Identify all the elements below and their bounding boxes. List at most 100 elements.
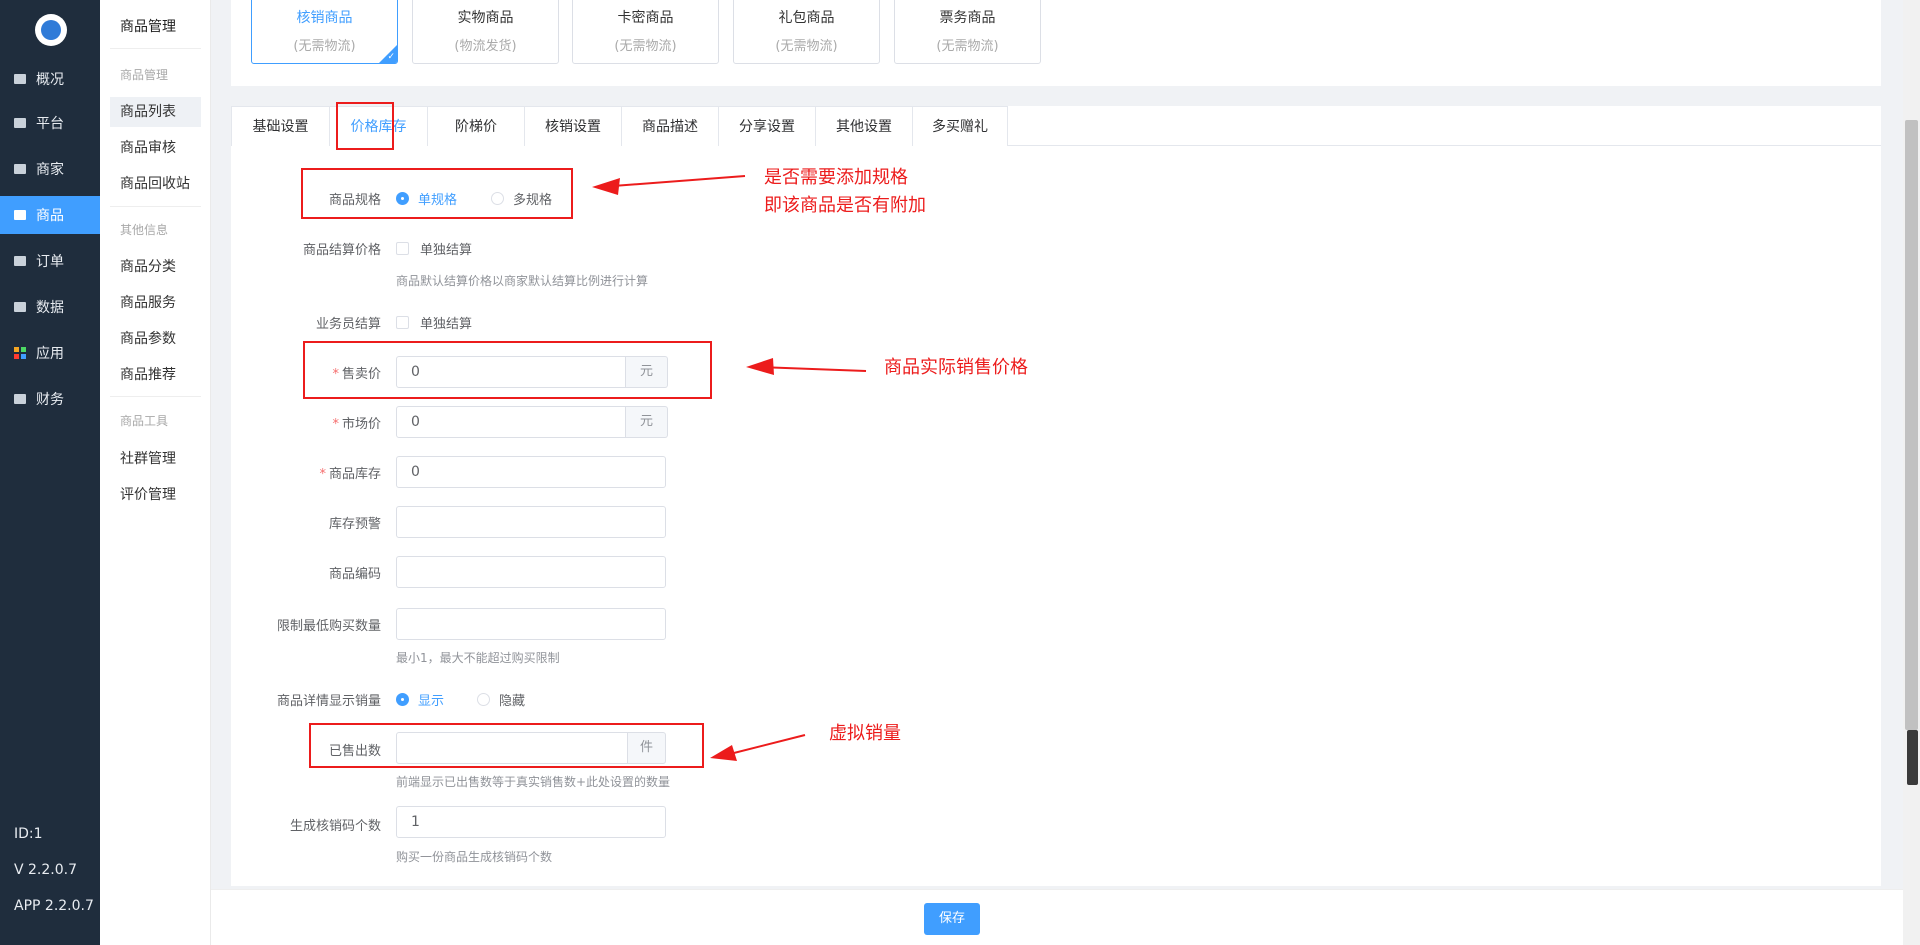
type-name: 核销商品: [296, 10, 353, 26]
verify-codes-hint: 购买一份商品生成核销码个数: [396, 850, 553, 864]
main-sidebar: 概况 平台 商家 商品 订单 数据 应用 财务 ID:1 V 2.2.0.7 A…: [0, 0, 100, 945]
type-card-ticket[interactable]: 票务商品 (无需物流): [894, 0, 1041, 64]
type-card-card-key[interactable]: 卡密商品 (无需物流): [572, 0, 719, 64]
product-type-selector: 核销商品 (无需物流) ✓ 实物商品 (物流发货) 卡密商品 (无需物流) 礼包…: [231, 0, 1881, 86]
required-mark: *: [319, 467, 326, 482]
form-footer: 保存: [211, 889, 1903, 945]
nav-apps[interactable]: 应用: [0, 334, 100, 372]
settle-separate-checkbox[interactable]: 单独结算: [396, 239, 472, 258]
overview-icon: [14, 74, 26, 84]
submenu-item-community[interactable]: 社群管理: [110, 444, 201, 474]
nav-label: 应用: [36, 346, 64, 362]
divider: [110, 48, 201, 49]
type-sub: (无需物流): [614, 39, 677, 54]
scrollbar-widget: [1907, 730, 1918, 785]
market-price-input[interactable]: 0: [396, 406, 626, 438]
type-sub: (无需物流): [936, 39, 999, 54]
goods-code-label: 商品编码: [328, 567, 381, 582]
submenu-item-goods-review[interactable]: 商品审核: [110, 133, 201, 163]
submenu-item-recycle-bin[interactable]: 商品回收站: [110, 169, 201, 199]
radio-show-sales[interactable]: 显示: [396, 690, 444, 709]
submenu-item-category[interactable]: 商品分类: [110, 252, 201, 282]
type-card-physical[interactable]: 实物商品 (物流发货): [412, 0, 559, 64]
nav-label: 数据: [36, 300, 64, 316]
tab-verify-settings[interactable]: 核销设置: [525, 106, 622, 146]
settle-hint: 商品默认结算价格以商家默认结算比例进行计算: [396, 274, 649, 288]
app-version-label: APP 2.2.0.7: [14, 898, 94, 914]
nav-merchant[interactable]: 商家: [0, 150, 100, 188]
type-sub: (无需物流): [293, 39, 356, 54]
user-id: ID:1: [14, 826, 43, 842]
goods-form-panel: 基础设置 价格库存 阶梯价 核销设置 商品描述 分享设置 其他设置 多买赠礼 商…: [231, 106, 1881, 886]
nav-goods[interactable]: 商品: [0, 196, 100, 234]
type-card-verify[interactable]: 核销商品 (无需物流) ✓: [251, 0, 398, 64]
min-buy-input[interactable]: [396, 608, 666, 640]
submenu-item-service[interactable]: 商品服务: [110, 288, 201, 318]
tab-share[interactable]: 分享设置: [719, 106, 816, 146]
monitor-icon: [14, 118, 26, 128]
nav-label: 平台: [36, 116, 64, 132]
type-sub: (无需物流): [775, 39, 838, 54]
radio-hide-sales[interactable]: 隐藏: [477, 690, 525, 709]
annotation-spec-line2: 即该商品是否有附加: [764, 195, 926, 216]
type-name: 卡密商品: [617, 10, 674, 26]
apps-icon: [14, 347, 26, 359]
nav-finance[interactable]: 财务: [0, 380, 100, 418]
annotation-box-spec: [301, 168, 573, 219]
nav-overview[interactable]: 概况: [0, 60, 100, 98]
tab-basic[interactable]: 基础设置: [231, 106, 330, 146]
radio-dot-icon: [396, 693, 409, 706]
radio-label: 隐藏: [499, 694, 526, 709]
radio-dot-icon: [477, 693, 490, 706]
save-button[interactable]: 保存: [924, 903, 980, 935]
label-text: 市场价: [341, 417, 381, 432]
tab-multi-buy-gift[interactable]: 多买赠礼: [913, 106, 1008, 146]
verify-codes-label: 生成核销码个数: [289, 819, 381, 834]
nav-label: 商家: [36, 162, 64, 178]
submenu-item-params[interactable]: 商品参数: [110, 324, 201, 354]
type-name: 票务商品: [939, 10, 996, 26]
nav-orders[interactable]: 订单: [0, 242, 100, 280]
app-logo: [35, 14, 67, 46]
nav-platform[interactable]: 平台: [0, 104, 100, 142]
order-icon: [14, 256, 26, 266]
scrollbar-thumb[interactable]: [1905, 120, 1918, 730]
submenu-item-recommend[interactable]: 商品推荐: [110, 360, 201, 390]
min-buy-hint: 最小1，最大不能超过购买限制: [396, 651, 560, 665]
stock-warning-input[interactable]: [396, 506, 666, 538]
submenu-group: 其他信息: [120, 223, 169, 237]
tab-description[interactable]: 商品描述: [622, 106, 719, 146]
form-tabs: 基础设置 价格库存 阶梯价 核销设置 商品描述 分享设置 其他设置 多买赠礼: [231, 106, 1881, 146]
goods-code-input[interactable]: [396, 556, 666, 588]
stock-input[interactable]: 0: [396, 456, 666, 488]
tab-other[interactable]: 其他设置: [816, 106, 913, 146]
version-label: V 2.2.0.7: [14, 862, 78, 878]
nav-data[interactable]: 数据: [0, 288, 100, 326]
submenu-item-reviews[interactable]: 评价管理: [110, 480, 201, 510]
submenu-item-goods-list[interactable]: 商品列表: [110, 97, 201, 127]
stock-warning-label: 库存预警: [328, 517, 381, 532]
market-price-unit: 元: [626, 406, 668, 438]
checkbox-icon: [396, 242, 409, 255]
annotation-box-tab: [336, 102, 394, 150]
market-price-label: * 市场价: [231, 413, 381, 432]
chart-icon: [14, 302, 26, 312]
required-mark: *: [332, 417, 339, 432]
annotation-box-sold: [309, 723, 704, 768]
type-card-gift-pack[interactable]: 礼包商品 (无需物流): [733, 0, 880, 64]
submenu-title: 商品管理: [120, 19, 176, 35]
tab-tier-price[interactable]: 阶梯价: [428, 106, 525, 146]
min-buy-label: 限制最低购买数量: [276, 619, 381, 634]
label-text: 商品库存: [328, 467, 381, 482]
submenu-group: 商品工具: [120, 414, 169, 428]
divider: [110, 206, 201, 207]
annotation-price: 商品实际销售价格: [884, 357, 1028, 378]
staff-separate-checkbox[interactable]: 单独结算: [396, 313, 472, 332]
goods-icon: [14, 210, 26, 220]
submenu-group: 商品管理: [120, 68, 169, 82]
type-name: 礼包商品: [778, 10, 835, 26]
sold-hint: 前端显示已出售数等于真实销售数+此处设置的数量: [396, 775, 671, 789]
verify-codes-input[interactable]: 1: [396, 806, 666, 838]
nav-label: 商品: [36, 208, 64, 224]
annotation-sold: 虚拟销量: [829, 723, 901, 744]
